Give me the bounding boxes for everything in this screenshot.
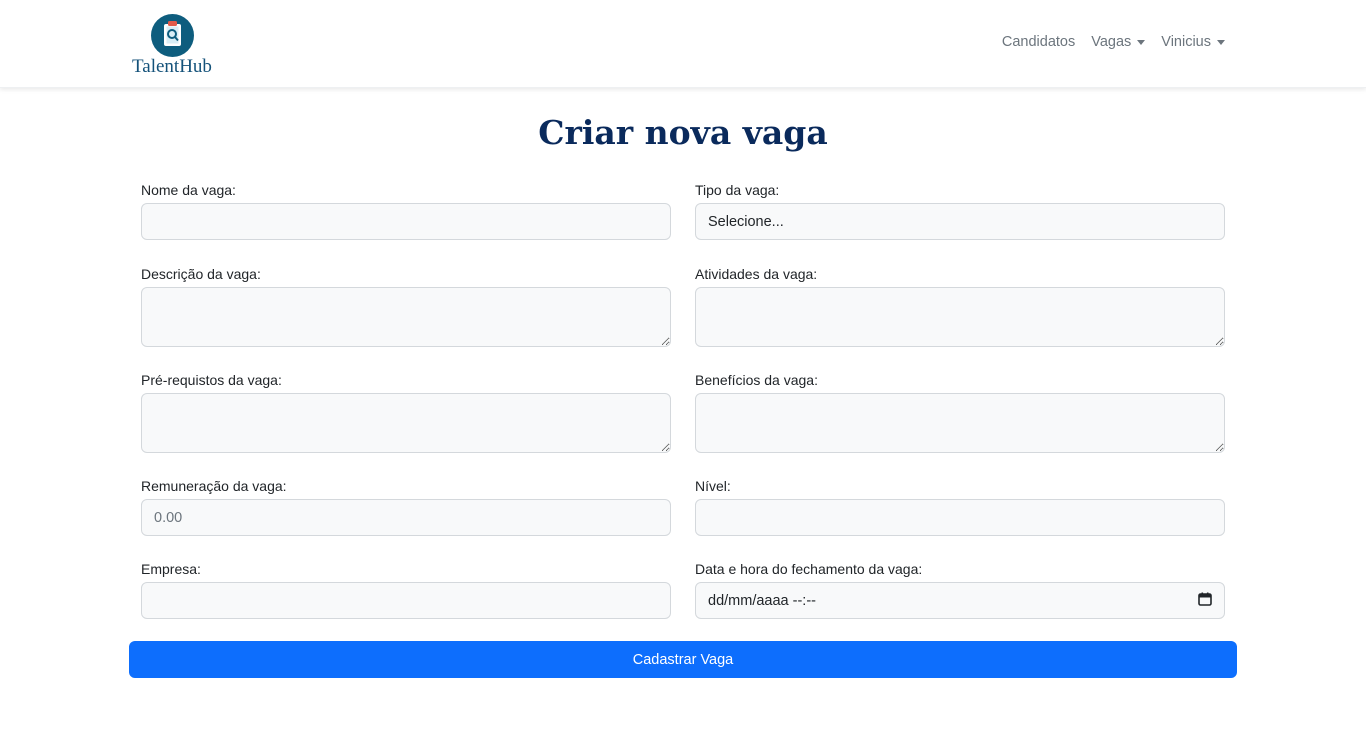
atividades-textarea[interactable] — [695, 287, 1225, 347]
caret-down-icon — [1137, 39, 1146, 45]
clipboard-search-icon — [151, 14, 194, 57]
fechamento-field-group: Data e hora do fechamento da vaga: dd/mm… — [695, 561, 1225, 619]
empresa-field-group: Empresa: — [141, 561, 671, 619]
descricao-label: Descrição da vaga: — [141, 266, 261, 282]
nivel-label: Nível: — [695, 478, 731, 494]
datetime-placeholder: dd/mm/aaaa --:-- — [708, 592, 816, 609]
nome-label: Nome da vaga: — [141, 182, 236, 198]
brand-name: TalentHub — [132, 56, 212, 77]
atividades-field-group: Atividades da vaga: — [695, 266, 1225, 347]
nav-item-vagas[interactable]: Vagas — [1083, 34, 1153, 50]
nivel-input[interactable] — [695, 499, 1225, 536]
top-navbar: TalentHub Candidatos Vagas Vinicius — [0, 0, 1366, 88]
remuneracao-label: Remuneração da vaga: — [141, 478, 287, 494]
empresa-input[interactable] — [141, 582, 671, 619]
cadastrar-vaga-button[interactable]: Cadastrar Vaga — [129, 641, 1237, 678]
nivel-field-group: Nível: — [695, 478, 1225, 536]
descricao-textarea[interactable] — [141, 287, 671, 347]
beneficios-textarea[interactable] — [695, 393, 1225, 453]
fechamento-datetime-input[interactable]: dd/mm/aaaa --:-- — [695, 582, 1225, 619]
beneficios-label: Benefícios da vaga: — [695, 372, 818, 388]
brand-link[interactable]: TalentHub — [131, 14, 221, 78]
nav-item-label: Candidatos — [1001, 34, 1076, 50]
caret-down-icon — [1217, 39, 1225, 45]
calendar-icon[interactable] — [1198, 592, 1212, 610]
nav-menu: Candidatos Vagas Vinicius — [994, 34, 1233, 50]
beneficios-field-group: Benefícios da vaga: — [695, 372, 1225, 453]
prerequisitos-field-group: Pré-requistos da vaga: — [141, 372, 671, 453]
nav-item-user-menu[interactable]: Vinicius — [1153, 34, 1233, 50]
nav-item-candidatos[interactable]: Candidatos — [994, 34, 1083, 50]
nome-field-group: Nome da vaga: — [141, 182, 671, 240]
remuneracao-input[interactable] — [141, 499, 671, 536]
remuneracao-field-group: Remuneração da vaga: — [141, 478, 671, 536]
atividades-label: Atividades da vaga: — [695, 266, 818, 282]
prerequisitos-label: Pré-requistos da vaga: — [141, 372, 282, 388]
tipo-label: Tipo da vaga: — [695, 182, 780, 198]
tipo-select[interactable]: Selecione... — [695, 203, 1225, 240]
page-title: Criar nova vaga — [538, 113, 828, 152]
nome-input[interactable] — [141, 203, 671, 240]
nav-item-label: Vinicius — [1161, 34, 1211, 50]
prerequisitos-textarea[interactable] — [141, 393, 671, 453]
nav-item-label: Vagas — [1091, 34, 1132, 50]
empresa-label: Empresa: — [141, 561, 201, 577]
tipo-selected-value: Selecione... — [708, 213, 784, 230]
descricao-field-group: Descrição da vaga: — [141, 266, 671, 347]
fechamento-label: Data e hora do fechamento da vaga: — [695, 561, 923, 577]
tipo-field-group: Tipo da vaga: Selecione... — [695, 182, 1225, 240]
